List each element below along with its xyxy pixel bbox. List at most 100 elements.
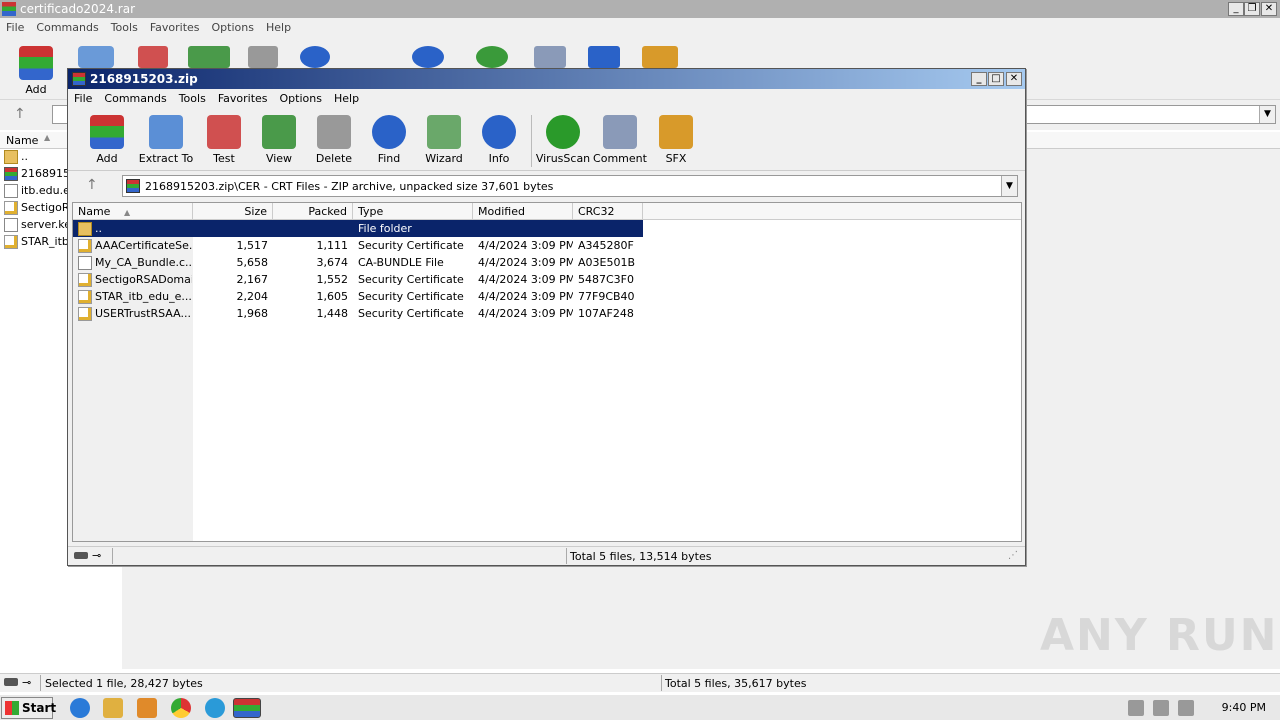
cell-crc: A345280F	[578, 239, 634, 252]
certificate-icon	[78, 239, 92, 253]
chevron-down-icon[interactable]: ▼	[1001, 176, 1017, 196]
file-name: AAACertificateSe...	[95, 239, 192, 252]
test-button[interactable]: Test	[196, 113, 252, 169]
wizard-button[interactable]: Wizard	[416, 113, 472, 169]
list-item[interactable]: STAR_itb	[4, 235, 69, 252]
cell-packed: 1,605	[316, 290, 349, 303]
table-row[interactable]: SectigoRSADomai... 2,167 1,552 Security Cer…	[73, 271, 643, 288]
table-row[interactable]: .. File folder	[73, 220, 643, 237]
column-header-type[interactable]: Type	[353, 203, 473, 220]
cell-crc: 5487C3F0	[578, 273, 634, 286]
archive-window-title: 2168915203.zip	[90, 72, 198, 86]
winrar-icon	[72, 72, 86, 86]
column-name[interactable]: Name	[6, 134, 38, 147]
up-arrow-icon[interactable]: ↑	[86, 177, 98, 193]
trash-icon	[317, 115, 351, 149]
minimize-button[interactable]: _	[971, 72, 987, 86]
chevron-down-icon[interactable]: ▼	[1259, 106, 1275, 123]
info-button[interactable]: Info	[471, 113, 527, 169]
list-item[interactable]: server.ke	[4, 218, 71, 235]
list-item[interactable]: ..	[4, 150, 28, 167]
address-combobox[interactable]: 2168915203.zip\CER - CRT Files - ZIP arc…	[122, 175, 1018, 197]
status-total: Total 5 files, 35,617 bytes	[665, 677, 807, 690]
drive-icon	[4, 678, 18, 686]
network-icon[interactable]	[1153, 700, 1169, 716]
comment-icon	[534, 46, 566, 68]
list-item[interactable]: itb.edu.e	[4, 184, 70, 201]
media-player-icon[interactable]	[137, 698, 157, 718]
flag-icon[interactable]	[1178, 700, 1194, 716]
view-book-icon	[188, 46, 230, 68]
folder-icon	[78, 222, 92, 236]
add-button[interactable]: Add	[79, 113, 135, 169]
cell-size: 2,204	[236, 290, 269, 303]
file-name: ..	[95, 222, 102, 235]
menu-file[interactable]: File	[68, 89, 98, 108]
cell-size: 2,167	[236, 273, 269, 286]
maximize-button[interactable]: □	[988, 72, 1004, 86]
windows-flag-icon	[5, 701, 19, 715]
close-button[interactable]: ✕	[1006, 72, 1022, 86]
minimize-button[interactable]: _	[1228, 2, 1244, 16]
comment-button[interactable]: Comment	[592, 113, 648, 169]
up-arrow-icon[interactable]: ↑	[14, 106, 26, 122]
background-title-bar[interactable]: certificado2024.rar _ ❐ ✕	[0, 0, 1280, 18]
archive-menu-bar: File Commands Tools Favorites Options Help	[68, 89, 1025, 109]
sfx-box-icon	[642, 46, 678, 68]
cell-type: File folder	[358, 222, 412, 235]
menu-commands[interactable]: Commands	[30, 18, 104, 37]
resize-grip-icon[interactable]: ⋰	[1008, 550, 1018, 561]
column-header-name[interactable]: Name ▲	[73, 203, 193, 220]
archive-status-bar: ⊸ Total 5 files, 13,514 bytes ⋰	[68, 546, 1025, 565]
winrar-icon	[2, 2, 16, 16]
edge-icon[interactable]	[205, 698, 225, 718]
menu-options[interactable]: Options	[274, 89, 328, 108]
column-header-packed[interactable]: Packed	[273, 203, 353, 220]
extract-to-button[interactable]: Extract To	[138, 113, 194, 169]
column-header-modified[interactable]: Modified	[473, 203, 573, 220]
menu-help[interactable]: Help	[328, 89, 365, 108]
table-row[interactable]: My_CA_Bundle.c... 5,658 3,674 CA-BUNDLE Fil…	[73, 254, 643, 271]
magic-wand-icon	[427, 115, 461, 149]
internet-explorer-icon[interactable]	[70, 698, 90, 718]
delete-button[interactable]: Delete	[306, 113, 362, 169]
file-explorer-icon[interactable]	[103, 698, 123, 718]
menu-commands[interactable]: Commands	[98, 89, 172, 108]
view-button[interactable]: View	[251, 113, 307, 169]
menu-help[interactable]: Help	[260, 18, 297, 37]
archive-title-bar[interactable]: 2168915203.zip _ □ ✕	[68, 69, 1025, 89]
clock[interactable]: 9:40 PM	[1222, 701, 1266, 714]
list-item[interactable]: SectigoR	[4, 201, 70, 218]
column-header-crc32[interactable]: CRC32	[573, 203, 643, 220]
sort-arrow-icon: ▲	[44, 133, 51, 142]
menu-options[interactable]: Options	[206, 18, 260, 37]
menu-tools[interactable]: Tools	[173, 89, 212, 108]
virusscan-button[interactable]: VirusScan	[535, 113, 591, 169]
menu-favorites[interactable]: Favorites	[212, 89, 274, 108]
speaker-icon[interactable]	[1128, 700, 1144, 716]
info-icon	[482, 115, 516, 149]
background-add-button[interactable]: Add	[8, 44, 64, 100]
sfx-box-icon	[659, 115, 693, 149]
column-header-size[interactable]: Size	[193, 203, 273, 220]
table-row[interactable]: STAR_itb_edu_e... 2,204 1,605 Security Cert…	[73, 288, 643, 305]
chrome-icon[interactable]	[171, 698, 191, 718]
winrar-taskbar-icon[interactable]	[233, 698, 261, 718]
table-row[interactable]: USERTrustRSAA... 1,968 1,448 Security Certi…	[73, 305, 643, 322]
certificate-icon	[4, 201, 18, 215]
close-button[interactable]: ✕	[1261, 2, 1277, 16]
list-item[interactable]: 2168915	[4, 167, 70, 184]
cell-modified: 4/4/2024 3:09 PM	[478, 239, 573, 252]
folder-icon	[4, 150, 18, 164]
sfx-button[interactable]: SFX	[648, 113, 704, 169]
menu-tools[interactable]: Tools	[105, 18, 144, 37]
file-name: USERTrustRSAA...	[95, 307, 191, 320]
cell-packed: 1,111	[316, 239, 349, 252]
watermark: ANY RUN	[1040, 610, 1279, 661]
table-row[interactable]: AAACertificateSe... 1,517 1,111 Security Ce…	[73, 237, 643, 254]
find-button[interactable]: Find	[361, 113, 417, 169]
menu-favorites[interactable]: Favorites	[144, 18, 206, 37]
start-button[interactable]: Start	[1, 697, 56, 719]
restore-button[interactable]: ❐	[1244, 2, 1260, 16]
menu-file[interactable]: File	[0, 18, 30, 37]
